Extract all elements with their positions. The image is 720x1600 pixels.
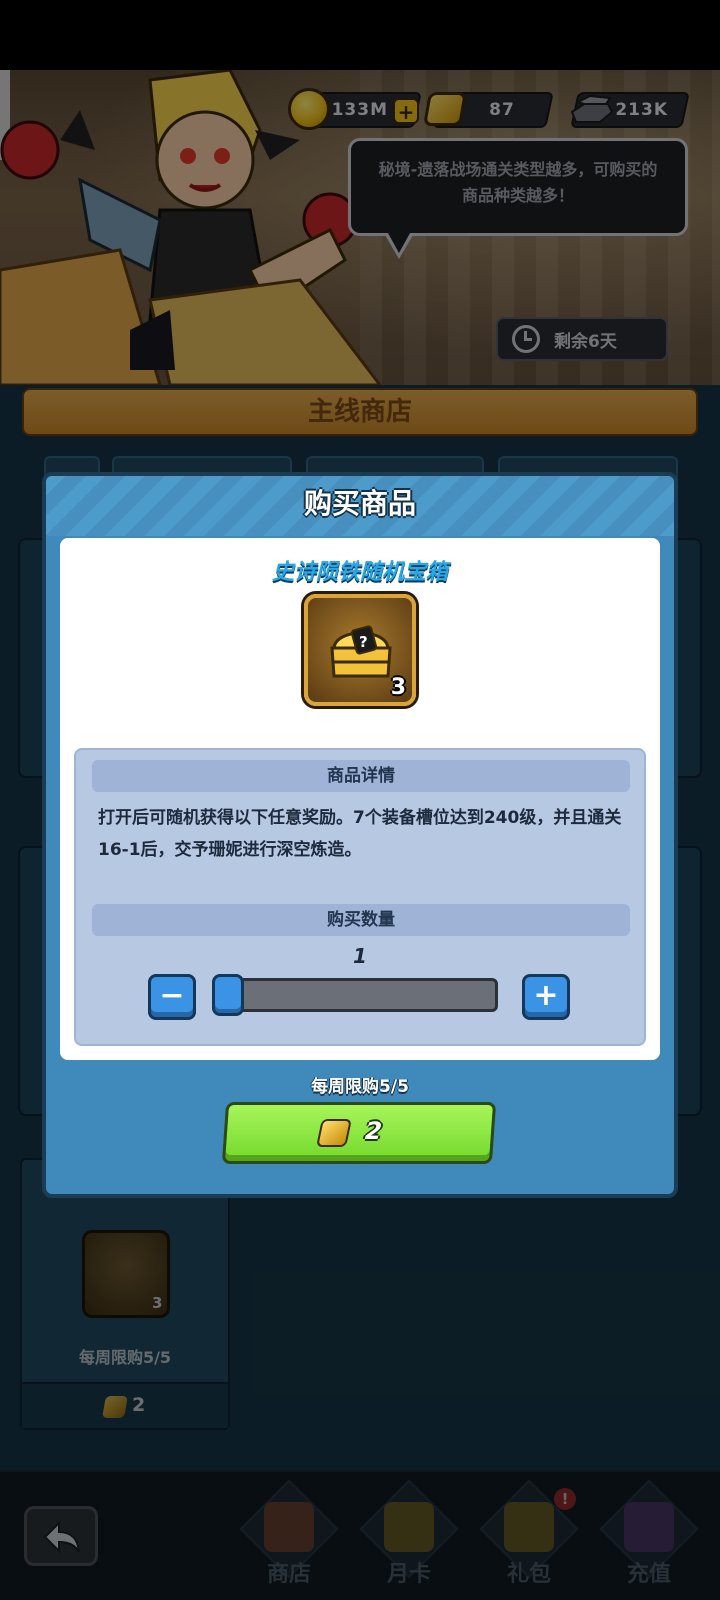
dialog-header: 购买商品 bbox=[46, 476, 674, 536]
quantity-header: 购买数量 bbox=[92, 904, 630, 936]
purchase-dialog: 购买商品 史诗陨铁随机宝箱 ? 3 商品详情 打开后可随机获得以下任意奖励。7个… bbox=[42, 472, 678, 1198]
slider-handle[interactable] bbox=[212, 974, 244, 1016]
decrease-quantity-button[interactable]: − bbox=[148, 974, 196, 1020]
buy-button[interactable]: 2 bbox=[221, 1102, 497, 1164]
item-quantity: 3 bbox=[390, 675, 406, 700]
dialog-title: 购买商品 bbox=[303, 487, 416, 520]
increase-quantity-button[interactable]: + bbox=[522, 974, 570, 1020]
weekly-limit: 每周限购5/5 bbox=[311, 1077, 409, 1097]
quantity-value: 1 bbox=[353, 944, 367, 968]
gem-icon bbox=[316, 1119, 352, 1147]
status-bar bbox=[0, 0, 720, 70]
treasure-chest-icon: ? bbox=[330, 625, 392, 678]
details-header: 商品详情 bbox=[92, 760, 630, 792]
svg-text:?: ? bbox=[359, 633, 368, 651]
buy-price: 2 bbox=[364, 1117, 383, 1145]
details-panel: 商品详情 打开后可随机获得以下任意奖励。7个装备槽位达到240级，并且通关16-… bbox=[74, 748, 646, 1046]
dialog-body: 史诗陨铁随机宝箱 ? 3 商品详情 打开后可随机获得以下任意奖励。7个装备槽位达… bbox=[60, 538, 660, 1060]
details-text: 打开后可随机获得以下任意奖励。7个装备槽位达到240级，并且通关16-1后，交予… bbox=[98, 808, 622, 860]
item-name: 史诗陨铁随机宝箱 bbox=[271, 560, 448, 585]
quantity-slider[interactable] bbox=[212, 978, 498, 1012]
item-chest-icon: ? 3 bbox=[304, 594, 416, 706]
